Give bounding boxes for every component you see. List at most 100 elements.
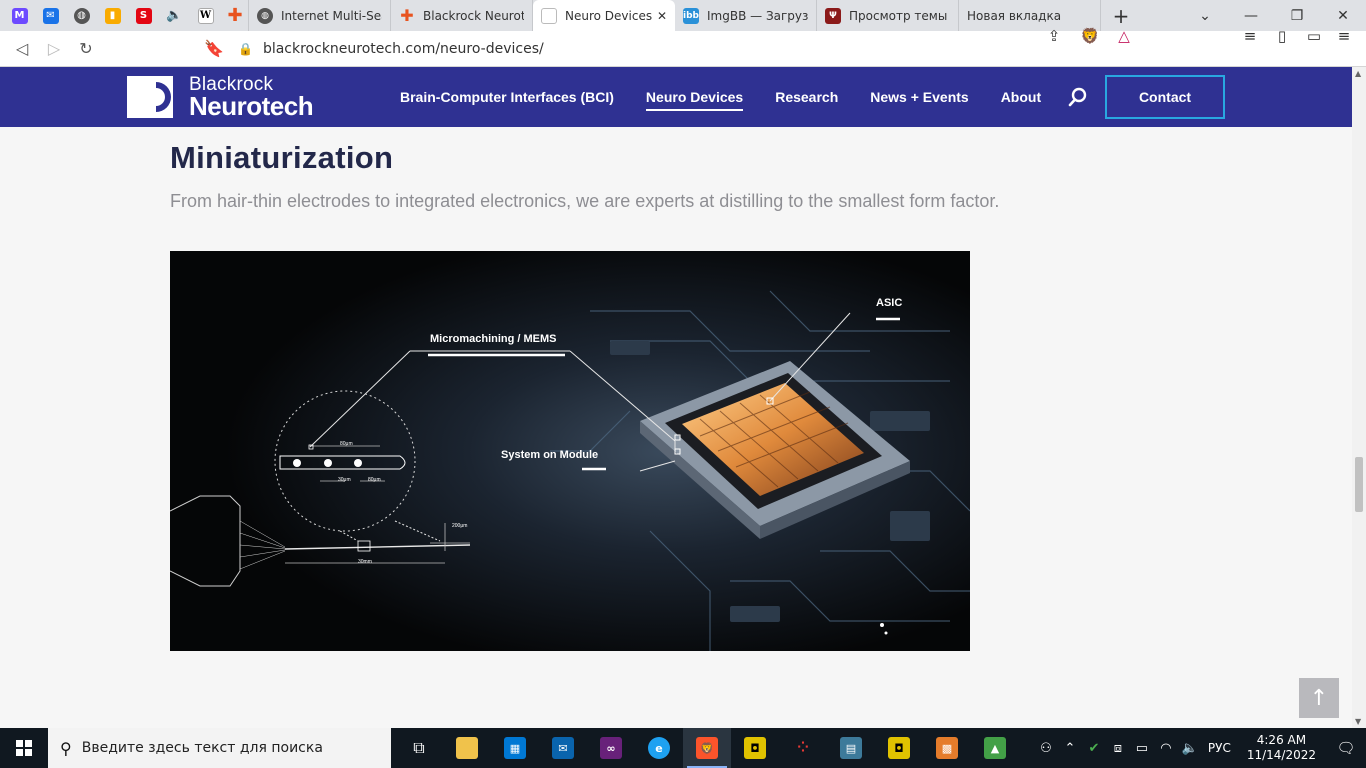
site-search-button[interactable] (1068, 87, 1088, 107)
nav-item-research[interactable]: Research (775, 83, 838, 111)
windows-logo-icon (16, 740, 32, 756)
pinned-tab-analytics[interactable]: ▮ (97, 0, 128, 31)
start-button[interactable] (0, 728, 48, 768)
tray-expand-icon[interactable]: ⌃ (1058, 741, 1082, 756)
pinned-tab-bank[interactable]: S (128, 0, 159, 31)
taskbar-ie[interactable]: e (635, 728, 683, 768)
url-field[interactable]: 🔒 blackrockneurotech.com/neuro-devices/ (238, 36, 1058, 62)
clock[interactable]: 4:26 AM 11/14/2022 (1247, 733, 1316, 763)
tab-title: Blackrock Neurotech (423, 8, 524, 23)
label-dim-d: 200μm (452, 523, 468, 529)
task-view-button[interactable]: ⧉ (395, 728, 443, 768)
taskbar-app-red-dots[interactable]: ⁘ (779, 728, 827, 768)
tab-internet-multi-search[interactable]: ◍ Internet Multi-Search (249, 0, 391, 31)
taskbar-brave[interactable]: 🦁 (683, 728, 731, 768)
analytics-icon: ▮ (104, 7, 121, 24)
plus-tab-icon: ✚ (227, 5, 243, 26)
brave-rewards-button[interactable]: △ (1110, 23, 1138, 49)
nav-item-about[interactable]: About (1001, 83, 1041, 111)
share-button[interactable]: ⇪ (1040, 23, 1068, 49)
restore-icon: ❐ (1290, 7, 1304, 24)
pinned-tab-proton-mail[interactable]: M (4, 0, 35, 31)
label-system-on-module: System on Module (501, 449, 599, 461)
blackrock-logo[interactable]: Blackrock Neurotech (127, 75, 314, 121)
wifi-icon[interactable]: ◠ (1154, 741, 1178, 756)
mosaic-icon: ▩ (936, 737, 958, 759)
nav-item-news-events[interactable]: News + Events (870, 83, 968, 111)
miniaturization-illustration: ASIC Micromachining / MEMS System on Mod… (170, 251, 970, 651)
taskbar-file-explorer[interactable] (443, 728, 491, 768)
pinned-tab-audio[interactable]: 🔈 (159, 0, 190, 31)
pinned-tab-wikipedia[interactable]: W (190, 0, 221, 31)
security-shield-icon[interactable]: ✔ (1082, 741, 1106, 756)
back-button[interactable]: ◁ (6, 33, 38, 65)
taskbar-app-yellow-1[interactable]: ◘ (731, 728, 779, 768)
bookmark-icon: 🔖 (204, 39, 224, 58)
close-tab-icon[interactable]: ✕ (657, 9, 667, 23)
money-icon: ◘ (744, 737, 766, 759)
system-tray: ⚇ ⌃ ✔ ⧈ ▭ ◠ 🔈 РУС 4:26 AM 11/14/2022 🗨 (1034, 728, 1366, 768)
plus-tab-icon: ✚ (400, 6, 414, 25)
scroll-up-icon[interactable]: ▲ (1355, 69, 1361, 78)
taskbar-search-field[interactable]: ⚲ Введите здесь текст для поиска (48, 728, 391, 768)
tab-forum-topic[interactable]: Ψ Просмотр темы - Ф (817, 0, 959, 31)
reload-button[interactable]: ↻ (70, 33, 102, 65)
globe-icon: ◍ (73, 7, 90, 24)
url-text: blackrockneurotech.com/neuro-devices/ (262, 41, 544, 57)
taskbar-mail[interactable]: ✉ (539, 728, 587, 768)
money-icon: ◘ (888, 737, 910, 759)
nav-item-bci[interactable]: Brain-Computer Interfaces (BCI) (400, 83, 614, 111)
site-header: Blackrock Neurotech Brain-Computer Inter… (0, 67, 1352, 127)
brave-shields-button[interactable]: 🦁 (1076, 23, 1104, 49)
mail-icon: ✉ (552, 737, 574, 759)
playlist-button[interactable]: ≡ (1236, 23, 1264, 49)
tray-app-icon[interactable]: ⧈ (1106, 741, 1130, 756)
wallet-button[interactable]: ▭ (1300, 23, 1328, 49)
close-icon: ✕ (1337, 7, 1349, 24)
tab-blackrock-neurotech[interactable]: ✚ Blackrock Neurotech (391, 0, 533, 31)
battery-icon[interactable]: ▭ (1130, 741, 1154, 756)
taskbar-app-chart[interactable]: ▲ (971, 728, 1019, 768)
taskbar-app-mosaic[interactable]: ▩ (923, 728, 971, 768)
internet-explorer-icon: e (648, 737, 670, 759)
label-dim-a: 80μm (340, 441, 353, 447)
chevron-down-icon: ⌄ (1199, 7, 1211, 24)
tab-plus-site[interactable]: ✚ (221, 0, 249, 31)
taskbar-store[interactable]: ▦ (491, 728, 539, 768)
scroll-down-icon[interactable]: ▼ (1355, 717, 1361, 726)
input-language[interactable]: РУС (1208, 741, 1231, 755)
people-icon[interactable]: ⚇ (1034, 741, 1058, 756)
page-content: Miniaturization From hair-thin electrode… (0, 127, 1352, 728)
scroll-to-top-button[interactable]: ↑ (1299, 678, 1339, 718)
tab-search-button[interactable]: ⌄ (1182, 0, 1228, 31)
tab-imgbb[interactable]: ibb ImgBB — Загрузить (675, 0, 817, 31)
taskbar-app-window[interactable]: ▤ (827, 728, 875, 768)
contact-button[interactable]: Contact (1105, 75, 1225, 119)
taskbar-app-yellow-2[interactable]: ◘ (875, 728, 923, 768)
nav-item-neuro-devices[interactable]: Neuro Devices (645, 83, 744, 111)
scrollbar-thumb[interactable] (1355, 457, 1363, 512)
pinned-tabs: M ✉ ◍ ▮ S 🔈 W (0, 0, 221, 31)
logo-line2: Neurotech (189, 91, 314, 121)
logo-text: Blackrock Neurotech (189, 75, 314, 121)
imgbb-icon: ibb (683, 7, 699, 24)
wallet-icon: ▭ (1306, 27, 1322, 45)
menu-button[interactable]: ≡ (1330, 23, 1358, 49)
bookmark-button[interactable]: 🔖 (198, 33, 230, 65)
pinned-tab-globe[interactable]: ◍ (66, 0, 97, 31)
pinned-tab-mail[interactable]: ✉ (35, 0, 66, 31)
clock-time: 4:26 AM (1256, 733, 1307, 747)
dots-icon: ⁘ (797, 740, 809, 756)
volume-icon[interactable]: 🔈 (1178, 741, 1202, 756)
taskbar-apps: ⧉ ▦ ✉ ∞ e 🦁 ◘ ⁘ ▤ ◘ ▩ ▲ (395, 728, 1019, 768)
sidebar-button[interactable]: ▯ (1268, 23, 1296, 49)
blank-page-icon (541, 7, 557, 24)
taskbar-visual-studio[interactable]: ∞ (587, 728, 635, 768)
globe-icon: ◍ (257, 7, 273, 24)
forward-button[interactable]: ▷ (38, 33, 70, 65)
tab-neuro-devices[interactable]: Neuro Devices ✕ (533, 0, 675, 31)
chart-icon: ▲ (984, 737, 1006, 759)
page-scrollbar[interactable]: ▲ ▼ (1352, 67, 1366, 728)
notifications-icon[interactable]: 🗨 (1326, 739, 1366, 757)
folder-icon (456, 737, 478, 759)
